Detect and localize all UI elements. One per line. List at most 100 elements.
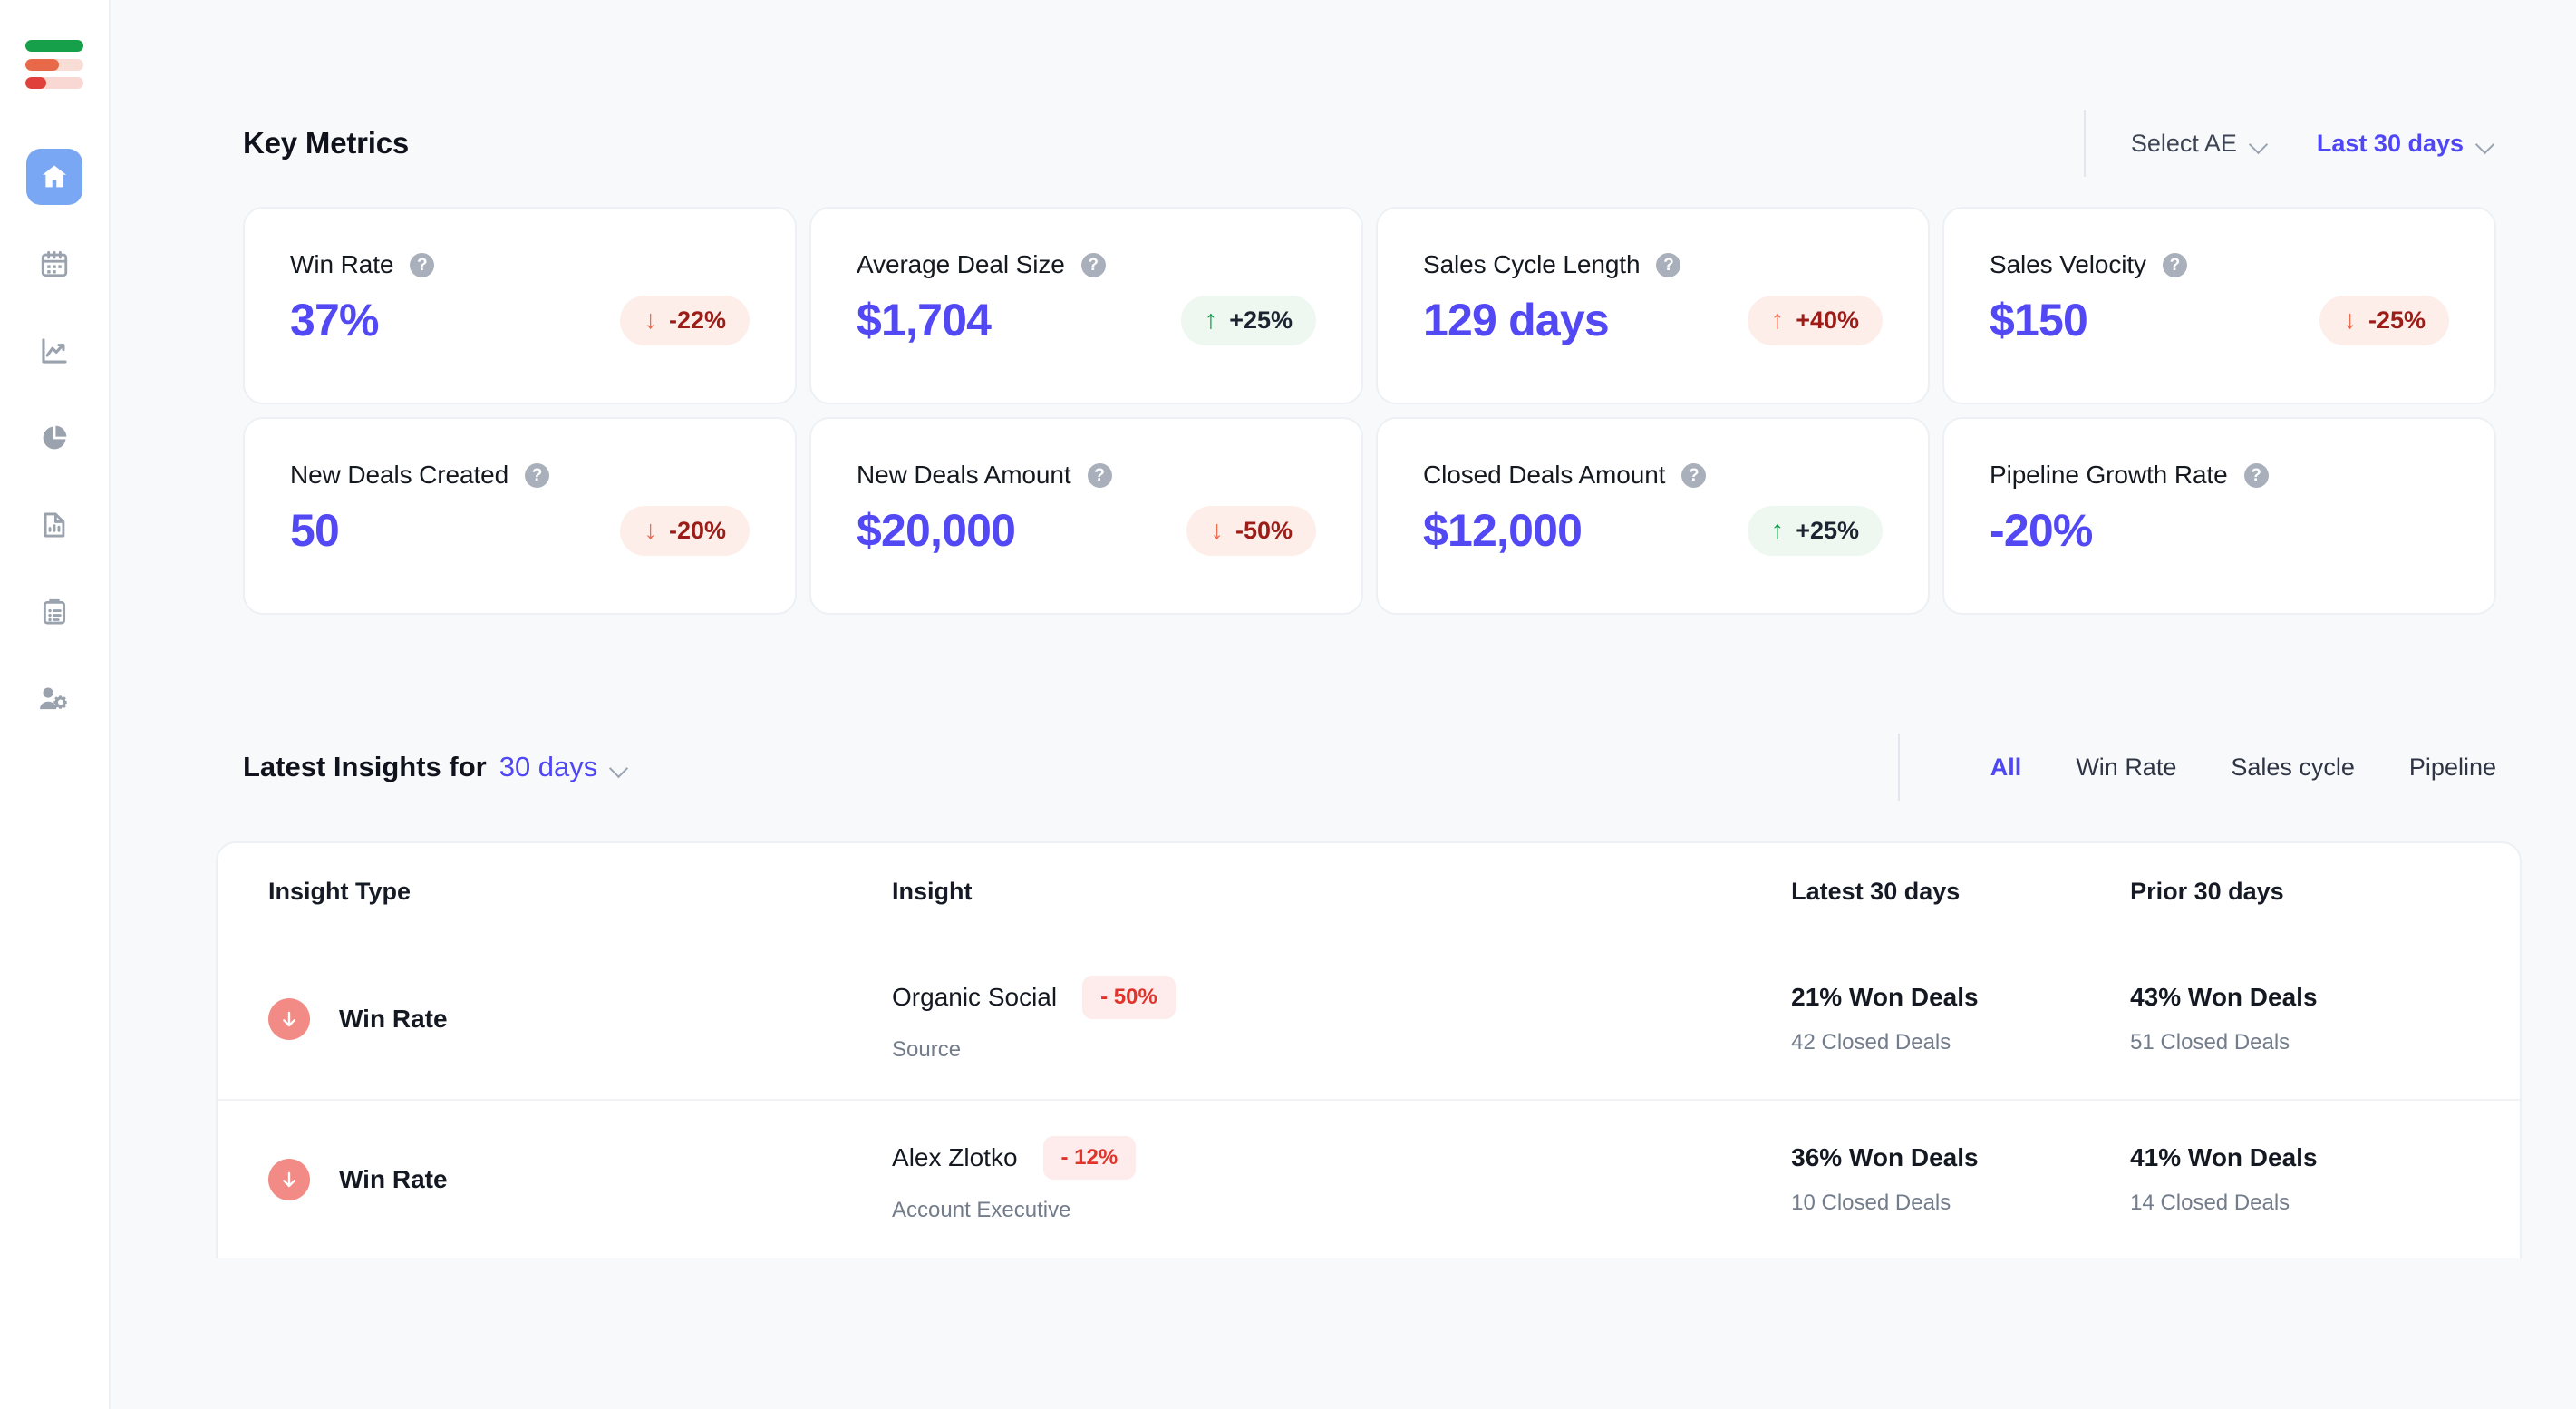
- help-icon[interactable]: ?: [1087, 462, 1112, 488]
- metric-card: Sales Velocity? $150 ↓ -25%: [1942, 207, 2496, 404]
- insights-tabs: All Win Rate Sales cycle Pipeline: [1897, 734, 2496, 801]
- tab-pipeline[interactable]: Pipeline: [2409, 753, 2496, 782]
- prior-sub-value: 51 Closed Deals: [2130, 1030, 2290, 1054]
- column-header-prior: Prior 30 days: [2130, 877, 2284, 905]
- sidebar-item-tasks[interactable]: [26, 584, 82, 640]
- metric-head: Win Rate?: [290, 250, 755, 279]
- metric-head: Average Deal Size?: [857, 250, 1322, 279]
- arrow-up-icon: ↑: [1770, 515, 1785, 545]
- latest-insights-header: Latest Insights for 30 days All Win Rate S…: [111, 731, 2576, 803]
- cell-prior-period: 43% Won Deals 51 Closed Deals: [2130, 983, 2469, 1055]
- metric-head: Sales Cycle Length?: [1423, 250, 1888, 279]
- metric-trend-value: -22%: [668, 306, 726, 334]
- chevron-down-icon[interactable]: [610, 762, 630, 773]
- sidebar-item-documents[interactable]: [26, 497, 82, 553]
- table-body: Win Rate Organic Social - 50% Source 21% Won…: [218, 939, 2520, 1258]
- arrow-down-circle-icon: [268, 1159, 310, 1200]
- date-range-dropdown[interactable]: Last 30 days: [2317, 130, 2496, 158]
- metric-trend-value: -25%: [2368, 306, 2426, 334]
- metric-trend-value: +25%: [1229, 306, 1293, 334]
- column-header-insight-type: Insight Type: [268, 877, 412, 905]
- insights-period-label[interactable]: 30 days: [499, 751, 598, 783]
- metric-label: Closed Deals Amount: [1423, 461, 1666, 489]
- metric-value: 129 days: [1423, 295, 1610, 345]
- sidebar-item-trends[interactable]: [26, 323, 82, 379]
- help-icon[interactable]: ?: [2243, 462, 2269, 488]
- metric-trend-badge: ↓ -20%: [620, 505, 750, 556]
- metric-label: Pipeline Growth Rate: [1990, 461, 2228, 489]
- metric-card: Closed Deals Amount? $12,000 ↑ +25%: [1376, 417, 1930, 615]
- arrow-up-icon: ↑: [1770, 305, 1785, 335]
- cell-latest-period: 21% Won Deals 42 Closed Deals: [1791, 983, 2130, 1055]
- metric-value: $20,000: [857, 505, 1016, 556]
- header-filters: Select AE Last 30 days: [2083, 110, 2496, 177]
- cell-insight: Organic Social - 50% Source: [892, 976, 1791, 1063]
- metric-trend-value: -50%: [1235, 516, 1293, 544]
- metric-label: Sales Velocity: [1990, 250, 2146, 278]
- chevron-down-icon: [2476, 138, 2496, 149]
- table-header-row: Insight Type Insight Latest 30 days Prio…: [218, 843, 2520, 939]
- logo-bar-red: [25, 77, 83, 89]
- metric-label: Win Rate: [290, 250, 394, 278]
- select-ae-dropdown[interactable]: Select AE: [2131, 130, 2270, 158]
- insight-type-label: Win Rate: [339, 1165, 448, 1193]
- metric-cards-grid: Win Rate? 37% ↓ -22% Average Deal Size? $1,70…: [111, 207, 2576, 615]
- tab-sales-cycle[interactable]: Sales cycle: [2231, 753, 2355, 782]
- select-ae-label: Select AE: [2130, 129, 2237, 157]
- table-row[interactable]: Win Rate Organic Social - 50% Source 21% Won…: [218, 939, 2520, 1099]
- column-header-insight: Insight: [892, 877, 973, 905]
- help-icon[interactable]: ?: [2162, 252, 2187, 277]
- metric-trend-badge: ↓ -22%: [620, 295, 750, 345]
- metric-value: $1,704: [857, 295, 992, 345]
- metric-card: New Deals Amount? $20,000 ↓ -50%: [809, 417, 1363, 615]
- user-settings-icon: [38, 683, 71, 715]
- trending-up-chart-icon: [39, 335, 70, 366]
- document-chart-icon: [39, 510, 70, 540]
- metric-trend-value: +40%: [1796, 306, 1859, 334]
- cell-insight-type: Win Rate: [268, 1159, 892, 1200]
- date-range-label: Last 30 days: [2316, 129, 2464, 157]
- metric-trend-value: -20%: [668, 516, 726, 544]
- prior-main-value: 41% Won Deals: [2130, 1143, 2318, 1171]
- latest-main-value: 21% Won Deals: [1791, 983, 1979, 1011]
- help-icon[interactable]: ?: [525, 462, 550, 488]
- insight-name: Organic Social: [892, 983, 1058, 1011]
- insight-type-label: Win Rate: [339, 1005, 448, 1033]
- sidebar-item-calendar[interactable]: [26, 236, 82, 292]
- tab-win-rate[interactable]: Win Rate: [2076, 753, 2176, 782]
- clipboard-list-icon: [39, 597, 70, 627]
- help-icon[interactable]: ?: [1080, 252, 1106, 277]
- arrow-down-icon: ↓: [644, 305, 657, 335]
- metric-card: Average Deal Size? $1,704 ↑ +25%: [809, 207, 1363, 404]
- logo-bar-green: [25, 40, 83, 52]
- metric-body: $1,704 ↑ +25%: [857, 294, 1322, 346]
- help-icon[interactable]: ?: [1681, 462, 1707, 488]
- insight-top: Alex Zlotko - 12%: [892, 1136, 1791, 1180]
- help-icon[interactable]: ?: [410, 252, 435, 277]
- metric-label: Sales Cycle Length: [1423, 250, 1641, 278]
- sidebar-item-team-settings[interactable]: [26, 671, 82, 727]
- metric-body: $12,000 ↑ +25%: [1423, 504, 1888, 557]
- metric-head: New Deals Created?: [290, 461, 755, 490]
- metric-head: Pipeline Growth Rate?: [1990, 461, 2455, 490]
- cell-insight: Alex Zlotko - 12% Account Executive: [892, 1136, 1791, 1223]
- arrow-down-icon: ↓: [644, 515, 657, 545]
- sidebar-item-home[interactable]: [26, 149, 82, 205]
- metric-head: New Deals Amount?: [857, 461, 1322, 490]
- arrow-up-icon: ↑: [1204, 305, 1218, 335]
- table-row[interactable]: Win Rate Alex Zlotko - 12% Account Executiv…: [218, 1099, 2520, 1258]
- column-header-latest: Latest 30 days: [1791, 877, 1961, 905]
- help-icon[interactable]: ?: [1656, 252, 1681, 277]
- metric-card: Pipeline Growth Rate? -20%: [1942, 417, 2496, 615]
- app-root: Key Metrics Select AE Last 30 days Win R…: [0, 0, 2576, 1409]
- cell-prior-period: 41% Won Deals 14 Closed Deals: [2130, 1143, 2469, 1216]
- metric-value: $12,000: [1423, 505, 1583, 556]
- metric-trend-badge: ↑ +25%: [1747, 505, 1883, 556]
- sidebar-item-reports[interactable]: [26, 410, 82, 466]
- metric-body: $150 ↓ -25%: [1990, 294, 2455, 346]
- calendar-icon: [39, 248, 70, 279]
- metric-trend-badge: ↓ -50%: [1186, 505, 1316, 556]
- tab-all[interactable]: All: [1990, 753, 2022, 782]
- main-content: Key Metrics Select AE Last 30 days Win R…: [111, 0, 2576, 1409]
- metric-label: New Deals Amount: [857, 461, 1071, 489]
